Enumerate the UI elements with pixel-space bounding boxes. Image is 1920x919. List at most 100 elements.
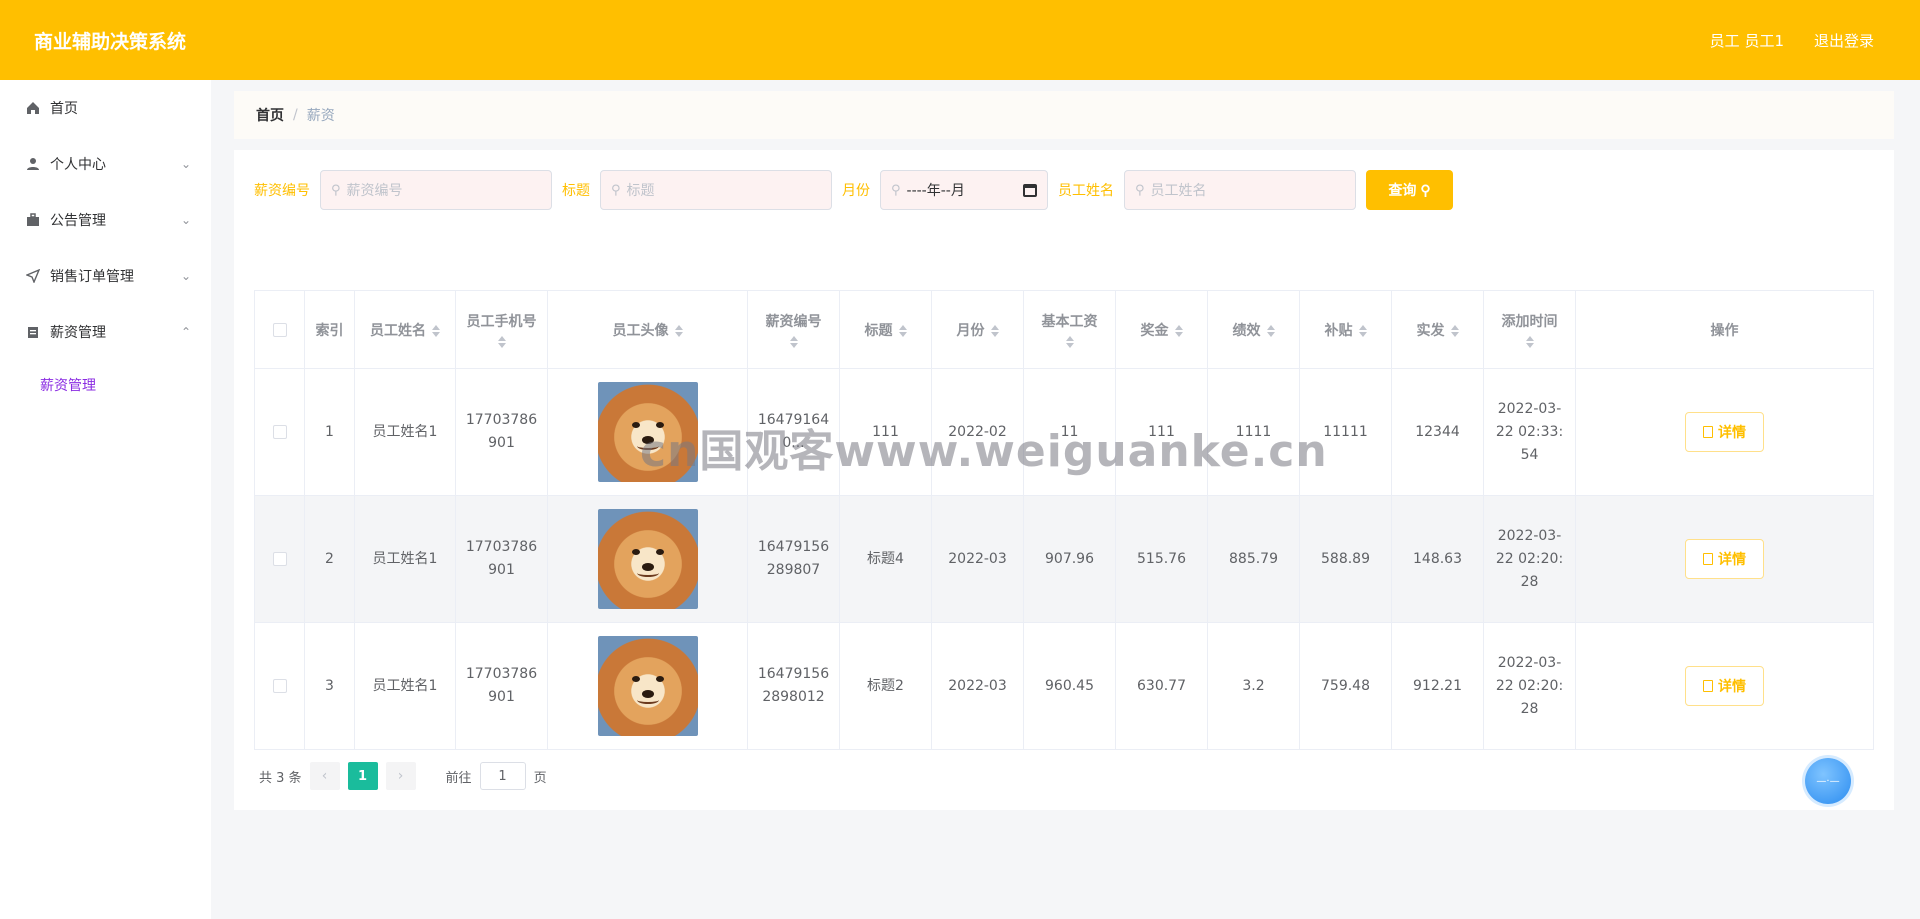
row-select-cell <box>254 368 305 496</box>
sort-icon[interactable] <box>432 324 440 338</box>
search-icon: ⚲ <box>1135 182 1145 198</box>
select-all-checkbox[interactable] <box>272 322 287 337</box>
col-header-action: 操作 <box>1575 290 1874 369</box>
header-label: 奖金 <box>1140 322 1169 339</box>
document-icon <box>1703 426 1713 438</box>
col-header-time[interactable]: 添加时间 <box>1483 290 1576 369</box>
salary-no-label: 薪资编号 <box>254 183 310 199</box>
row-checkbox[interactable] <box>272 424 287 439</box>
col-header-performance[interactable]: 绩效 <box>1207 290 1300 369</box>
total-count: 共 3 条 <box>259 770 302 786</box>
cell-action: 详情 <box>1575 368 1874 496</box>
cell-allowance: 588.89 <box>1299 495 1392 623</box>
sort-icon[interactable] <box>1042 335 1098 349</box>
row-checkbox[interactable] <box>272 678 287 693</box>
sort-icon[interactable] <box>1450 324 1459 338</box>
cell-index: 2 <box>304 495 355 623</box>
cell-bonus: 515.76 <box>1115 495 1208 623</box>
cell-time: 2022-03-22 02:20:28 <box>1483 622 1576 750</box>
month-label: 月份 <box>842 183 870 199</box>
cell-avatar <box>547 368 748 496</box>
sort-icon[interactable] <box>766 335 822 349</box>
sort-icon[interactable] <box>1266 324 1275 338</box>
employee-avatar[interactable] <box>597 382 698 482</box>
col-header-avatar[interactable]: 员工头像 <box>547 290 748 369</box>
header-label: 员工手机号 <box>466 313 537 330</box>
clipboard-icon <box>24 323 42 341</box>
sidebar-item-label: 个人中心 <box>50 157 106 173</box>
sidebar-item-notice[interactable]: 公告管理 ⌄ <box>0 192 211 248</box>
calendar-icon[interactable] <box>1023 183 1037 197</box>
floating-action-button[interactable]: —·— <box>1805 758 1851 804</box>
document-icon <box>1703 680 1713 692</box>
header-label: 绩效 <box>1232 322 1261 339</box>
detail-button-label: 详情 <box>1718 678 1746 694</box>
chevron-down-icon: ⌄ <box>180 213 191 227</box>
detail-button[interactable]: 详情 <box>1685 539 1764 579</box>
page-number-current[interactable]: 1 <box>347 762 378 790</box>
cell-base-salary: 960.45 <box>1023 622 1116 750</box>
sidebar-item-personal[interactable]: 个人中心 ⌄ <box>0 136 211 192</box>
col-header-name[interactable]: 员工姓名 <box>354 290 456 369</box>
search-form: 薪资编号 ⚲ 薪资编号 标题 ⚲ 标题 月份 ⚲ ----年--月 员工姓名 ⚲… <box>254 170 1453 210</box>
search-icon: ⚲ <box>1420 181 1431 198</box>
query-button[interactable]: 查询 ⚲ <box>1366 170 1453 210</box>
logout-button[interactable]: 退出登录 <box>1814 30 1874 51</box>
month-value: ----年--月 <box>906 183 965 199</box>
user-name[interactable]: 员工 员工1 <box>1710 30 1784 51</box>
employee-avatar[interactable] <box>597 509 698 609</box>
app-title: 商业辅助决策系统 <box>34 30 187 53</box>
sort-icon[interactable] <box>1174 324 1183 338</box>
sidebar-item-sales[interactable]: 销售订单管理 ⌄ <box>0 248 211 304</box>
detail-button[interactable]: 详情 <box>1685 666 1764 706</box>
sort-icon[interactable] <box>1358 324 1367 338</box>
chevron-down-icon: ⌄ <box>180 157 191 171</box>
sidebar-item-label: 公告管理 <box>50 213 106 229</box>
header-label: 添加时间 <box>1501 313 1558 330</box>
chevron-down-icon: ⌄ <box>180 269 191 283</box>
sort-icon[interactable] <box>467 335 537 349</box>
sidebar-item-label: 首页 <box>50 101 78 117</box>
col-header-month[interactable]: 月份 <box>931 290 1024 369</box>
sort-icon[interactable] <box>674 324 683 338</box>
title-label: 标题 <box>562 183 590 199</box>
next-page-button[interactable]: › <box>385 762 416 790</box>
employee-name-input[interactable]: ⚲ 员工姓名 <box>1124 170 1356 210</box>
col-header-base-salary[interactable]: 基本工资 <box>1023 290 1116 369</box>
sidebar-subitem-salary-manage[interactable]: 薪资管理 <box>0 360 211 410</box>
prev-page-button[interactable]: ‹ <box>309 762 340 790</box>
cell-title: 111 <box>839 368 932 496</box>
sidebar-item-label: 薪资管理 <box>50 325 106 341</box>
breadcrumb-home[interactable]: 首页 <box>256 105 284 125</box>
row-checkbox[interactable] <box>272 551 287 566</box>
sort-icon[interactable] <box>1502 335 1558 349</box>
employee-avatar[interactable] <box>597 636 698 736</box>
sort-icon[interactable] <box>990 324 999 338</box>
float-dots-icon: —·— <box>1816 775 1840 787</box>
cell-bonus: 111 <box>1115 368 1208 496</box>
cell-avatar <box>547 622 748 750</box>
salary-no-input[interactable]: ⚲ 薪资编号 <box>320 170 552 210</box>
briefcase-icon <box>24 211 42 229</box>
goto-page-input[interactable]: 1 <box>479 762 526 790</box>
title-input[interactable]: ⚲ 标题 <box>600 170 832 210</box>
cell-month: 2022-02 <box>931 368 1024 496</box>
header-label: 薪资编号 <box>765 313 822 330</box>
month-input[interactable]: ⚲ ----年--月 <box>880 170 1048 210</box>
sidebar-item-salary[interactable]: 薪资管理 ⌃ <box>0 304 211 360</box>
cell-time: 2022-03-22 02:20:28 <box>1483 495 1576 623</box>
sidebar-item-home[interactable]: 首页 <box>0 80 211 136</box>
goto-label: 前往 <box>445 770 472 786</box>
col-header-title[interactable]: 标题 <box>839 290 932 369</box>
col-header-bonus[interactable]: 奖金 <box>1115 290 1208 369</box>
col-header-actual[interactable]: 实发 <box>1391 290 1484 369</box>
col-header-allowance[interactable]: 补贴 <box>1299 290 1392 369</box>
select-all-cell <box>254 290 305 369</box>
title-placeholder: 标题 <box>626 183 655 199</box>
sort-icon[interactable] <box>898 324 907 338</box>
col-header-phone[interactable]: 员工手机号 <box>455 290 548 369</box>
detail-button[interactable]: 详情 <box>1685 412 1764 452</box>
cell-avatar <box>547 495 748 623</box>
cell-month: 2022-03 <box>931 495 1024 623</box>
col-header-salary-no[interactable]: 薪资编号 <box>747 290 840 369</box>
